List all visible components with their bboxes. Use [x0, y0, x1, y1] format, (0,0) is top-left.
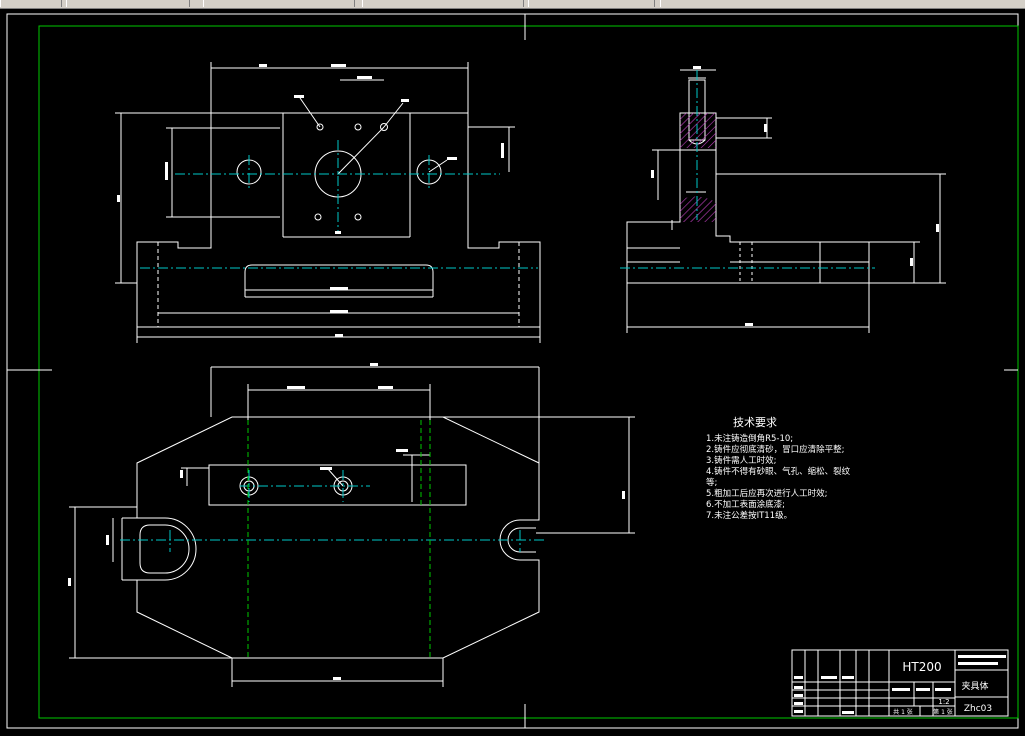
cad-drawing: HT200 夹具体 Zhc03 1:2 共 1 张 第 1 张	[6, 13, 1019, 729]
toolbar-tab[interactable]	[203, 0, 355, 7]
tech-req-title: 技术要求	[733, 416, 777, 429]
centering-marks	[7, 14, 1018, 728]
side-dim-labels	[651, 66, 939, 326]
side-view-hatching	[680, 113, 716, 222]
tech-req-item: 6.不加工表面涂底漆;	[706, 500, 785, 510]
top-view	[69, 366, 635, 687]
inner-border	[38, 25, 1019, 719]
drawing-canvas[interactable]: HT200 夹具体 Zhc03 1:2 共 1 张 第 1 张 技术要求 1.未…	[0, 8, 1025, 732]
sheet-number: 第 1 张	[933, 708, 953, 716]
material-label: HT200	[902, 660, 941, 674]
sheet-total: 共 1 张	[893, 708, 913, 716]
top-dim-labels	[68, 363, 625, 680]
scale-value: 1:2	[938, 698, 949, 706]
toolbar-tab[interactable]	[362, 0, 524, 7]
tech-req-item: 4.铸件不得有砂眼、气孔、缩松、裂纹	[706, 467, 851, 477]
drawing-number: Zhc03	[964, 704, 992, 714]
tech-req-item: 7.未注公差按IT11级。	[706, 511, 793, 521]
front-view	[115, 62, 541, 343]
tech-req-item: 5.粗加工后应再次进行人工时效;	[706, 489, 828, 499]
toolbar-tab[interactable]	[0, 0, 62, 7]
top-hidden-lines	[247, 420, 431, 658]
toolbar-tab[interactable]	[528, 0, 655, 7]
tech-req-item: 等;	[706, 478, 718, 488]
outer-frame	[6, 13, 1019, 729]
toolbar-tab[interactable]	[66, 0, 190, 7]
tech-req-item: 1.未注铸造倒角R5-10;	[706, 434, 794, 444]
front-centerlines	[140, 140, 538, 269]
tech-req-item: 2.铸件应彻底清砂，冒口应清除平整;	[706, 445, 845, 455]
side-view	[626, 69, 946, 333]
tech-req-item: 3.铸件需人工时效;	[706, 456, 777, 466]
front-dim-labels	[117, 64, 504, 337]
part-name: 夹具体	[961, 680, 988, 692]
toolbar-tab[interactable]	[660, 0, 1025, 7]
top-centerlines	[120, 470, 545, 552]
